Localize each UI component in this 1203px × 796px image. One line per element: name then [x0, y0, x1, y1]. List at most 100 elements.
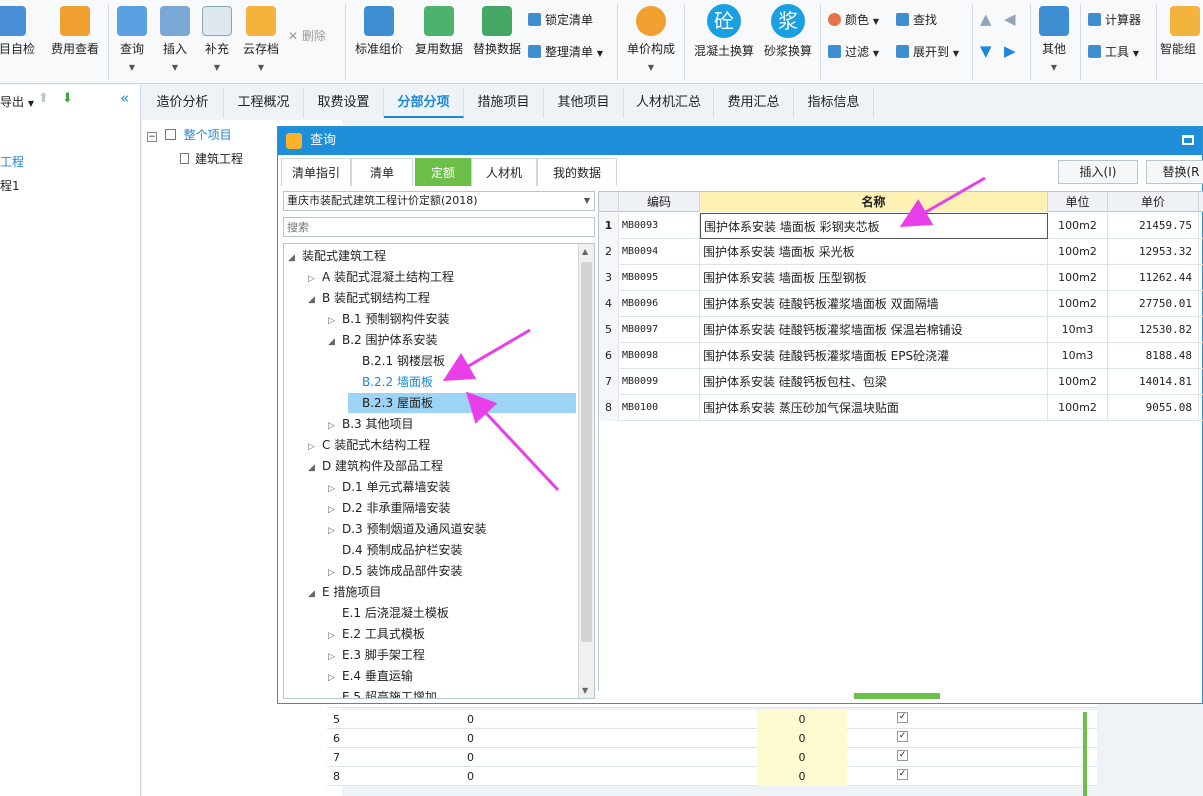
- column-header-code[interactable]: 编码: [619, 192, 700, 212]
- table-row[interactable]: 5 MB0097 围护体系安装 硅酸钙板灌浆墙面板 保温岩棉铺设 10m3 12530.…: [599, 317, 1203, 343]
- table-row[interactable]: 1 MB0093 围护体系安装 墙面板 彩钢夹芯板 100m2 21459.75: [599, 213, 1203, 239]
- table-row[interactable]: 5 0 0 ✓: [327, 710, 1097, 729]
- collapsed-toggle-icon[interactable]: ▷: [328, 521, 342, 541]
- collapsed-toggle-icon[interactable]: ▷: [308, 269, 322, 289]
- standard-pricing-button[interactable]: 标准组价: [350, 0, 408, 84]
- tree-node[interactable]: ▷ E.3 脚手架工程: [328, 645, 425, 665]
- quota-library-select[interactable]: 重庆市装配式建筑工程计价定额(2018) ▼: [283, 191, 595, 211]
- cloud-archive-button[interactable]: 云存档 ▼: [238, 0, 284, 84]
- tab-other-items[interactable]: 其他项目: [544, 88, 624, 118]
- tree-node[interactable]: ▷ E.4 垂直运输: [328, 666, 413, 686]
- tree-node[interactable]: ▷ D.2 非承重隔墙安装: [328, 498, 451, 518]
- splitter-bar[interactable]: [1083, 712, 1087, 796]
- collapsed-toggle-icon[interactable]: ▷: [328, 311, 342, 331]
- tree-node[interactable]: B.2.1 钢楼层板: [348, 351, 445, 371]
- delete-button[interactable]: ✕ 删除: [288, 26, 326, 46]
- table-row[interactable]: 8 0 0 ✓: [327, 767, 1097, 786]
- tree-node[interactable]: ◢ B.2 围护体系安装: [328, 330, 438, 350]
- tab-cost-summary[interactable]: 费用汇总: [714, 88, 794, 118]
- scroll-up-icon[interactable]: ▲: [582, 247, 588, 256]
- cost-view-button[interactable]: 费用查看: [46, 0, 104, 84]
- move-up-icon[interactable]: ▲: [980, 10, 992, 28]
- replace-data-button[interactable]: 替换数据: [468, 0, 526, 84]
- collapsed-toggle-icon[interactable]: ▷: [308, 437, 322, 457]
- lock-list-button[interactable]: 锁定清单: [528, 10, 593, 30]
- query-button[interactable]: 查询 ▼: [112, 0, 152, 84]
- expanded-toggle-icon[interactable]: ◢: [308, 290, 322, 310]
- checkbox[interactable]: ✓: [897, 750, 908, 761]
- tree-node[interactable]: D.4 预制成品护栏安装: [328, 540, 463, 560]
- tab-list-guide[interactable]: 清单指引: [281, 158, 351, 186]
- scroll-thumb[interactable]: [581, 262, 592, 642]
- tab-measures[interactable]: 措施项目: [464, 88, 544, 118]
- tab-project-overview[interactable]: 工程概况: [224, 88, 304, 118]
- calculator-button[interactable]: 计算器: [1088, 10, 1141, 30]
- expanded-toggle-icon[interactable]: ◢: [328, 332, 342, 352]
- nav-item-project-1[interactable]: 程1: [0, 177, 20, 194]
- checkbox[interactable]: ✓: [897, 712, 908, 723]
- arrow-down-icon[interactable]: ⬇: [62, 91, 73, 106]
- other-button[interactable]: 其他 ▼: [1034, 0, 1074, 84]
- table-row[interactable]: 3 MB0095 围护体系安装 墙面板 压型钢板 100m2 11262.44: [599, 265, 1203, 291]
- dialog-title-bar[interactable]: 查询: [278, 127, 1202, 155]
- find-button[interactable]: 查找: [896, 10, 937, 30]
- collapsed-toggle-icon[interactable]: ▷: [328, 563, 342, 583]
- tree-node[interactable]: E.5 超高施工增加: [328, 687, 437, 698]
- column-header-unit[interactable]: 单位: [1048, 192, 1108, 212]
- move-right-icon[interactable]: ▶: [1004, 42, 1016, 60]
- table-row[interactable]: 6 MB0098 围护体系安装 硅酸钙板灌浆墙面板 EPS砼浇灌 10m3 8188.4…: [599, 343, 1203, 369]
- move-left-icon[interactable]: ◀: [1004, 10, 1016, 28]
- reuse-data-button[interactable]: 复用数据: [410, 0, 468, 84]
- tree-node[interactable]: B.2.3 屋面板: [348, 393, 576, 413]
- checkbox[interactable]: ✓: [897, 769, 908, 780]
- scroll-down-icon[interactable]: ▼: [582, 686, 588, 695]
- collapsed-toggle-icon[interactable]: ▷: [328, 668, 342, 688]
- collapsed-toggle-icon[interactable]: ▷: [328, 416, 342, 436]
- mortar-conversion-button[interactable]: 浆 砂浆换算: [760, 0, 816, 84]
- tab-labor-material[interactable]: 人材机: [471, 158, 537, 186]
- collapsed-toggle-icon[interactable]: ▷: [328, 479, 342, 499]
- collapsed-toggle-icon[interactable]: ▷: [328, 500, 342, 520]
- tree-node[interactable]: ▷ D.1 单元式幕墙安装: [328, 477, 451, 497]
- tab-sub-items[interactable]: 分部分项: [384, 88, 464, 118]
- table-row[interactable]: 6 0 0 ✓: [327, 729, 1097, 748]
- smart-pricing-button[interactable]: 智能组: [1160, 0, 1203, 84]
- tree-node[interactable]: ◢ 装配式建筑工程: [288, 246, 386, 266]
- resize-handle[interactable]: [854, 693, 940, 699]
- tools-button[interactable]: 工具 ▼: [1088, 42, 1139, 62]
- maximize-icon[interactable]: [1182, 135, 1194, 145]
- tree-node[interactable]: ◢ B 装配式钢结构工程: [308, 288, 430, 308]
- concrete-conversion-button[interactable]: 砼 混凝土换算: [692, 0, 756, 84]
- tree-node[interactable]: B.2.2 墙面板: [348, 372, 433, 392]
- tab-index-info[interactable]: 指标信息: [794, 88, 874, 118]
- table-row[interactable]: 7 MB0099 围护体系安装 硅酸钙板包柱、包梁 100m2 14014.81: [599, 369, 1203, 395]
- expanded-toggle-icon[interactable]: ◢: [308, 458, 322, 478]
- tree-node[interactable]: E.1 后浇混凝土模板: [328, 603, 449, 623]
- tab-fee-settings[interactable]: 取费设置: [304, 88, 384, 118]
- unit-price-composition-button[interactable]: 单价构成 ▼: [622, 0, 680, 84]
- insert-button[interactable]: 插入 ▼: [155, 0, 195, 84]
- organize-list-button[interactable]: 整理清单 ▼: [528, 42, 603, 62]
- nav-item-project[interactable]: 工程: [0, 153, 24, 170]
- column-header-name[interactable]: 名称: [700, 192, 1048, 212]
- tree-node[interactable]: ▷ D.5 装饰成品部件安装: [328, 561, 463, 581]
- expanded-toggle-icon[interactable]: ◢: [288, 248, 302, 268]
- expanded-toggle-icon[interactable]: ◢: [308, 584, 322, 604]
- search-input[interactable]: [283, 217, 595, 237]
- tab-my-data[interactable]: 我的数据: [537, 158, 617, 186]
- filter-button[interactable]: 过滤 ▼: [828, 42, 879, 62]
- collapse-toggle-icon[interactable]: −: [147, 132, 157, 142]
- table-row[interactable]: 2 MB0094 围护体系安装 墙面板 采光板 100m2 12953.32: [599, 239, 1203, 265]
- tree-node[interactable]: ▷ D.3 预制烟道及通风道安装: [328, 519, 487, 539]
- tree-node[interactable]: ▷ B.3 其他项目: [328, 414, 414, 434]
- insert-button[interactable]: 插入(I): [1058, 160, 1138, 184]
- supplement-button[interactable]: 补充 ▼: [197, 0, 237, 84]
- tab-labor-material-summary[interactable]: 人材机汇总: [624, 88, 714, 118]
- table-row[interactable]: 4 MB0096 围护体系安装 硅酸钙板灌浆墙面板 双面隔墙 100m2 27750.0…: [599, 291, 1203, 317]
- color-button[interactable]: 颜色 ▼: [828, 10, 879, 30]
- collapse-panel-icon[interactable]: «: [120, 89, 129, 107]
- tree-node[interactable]: ▷ B.1 预制钢构件安装: [328, 309, 450, 329]
- export-button[interactable]: 导出 ▼: [0, 93, 34, 110]
- tab-cost-analysis[interactable]: 造价分析: [142, 88, 224, 118]
- arrow-up-icon[interactable]: ⬆: [38, 91, 49, 106]
